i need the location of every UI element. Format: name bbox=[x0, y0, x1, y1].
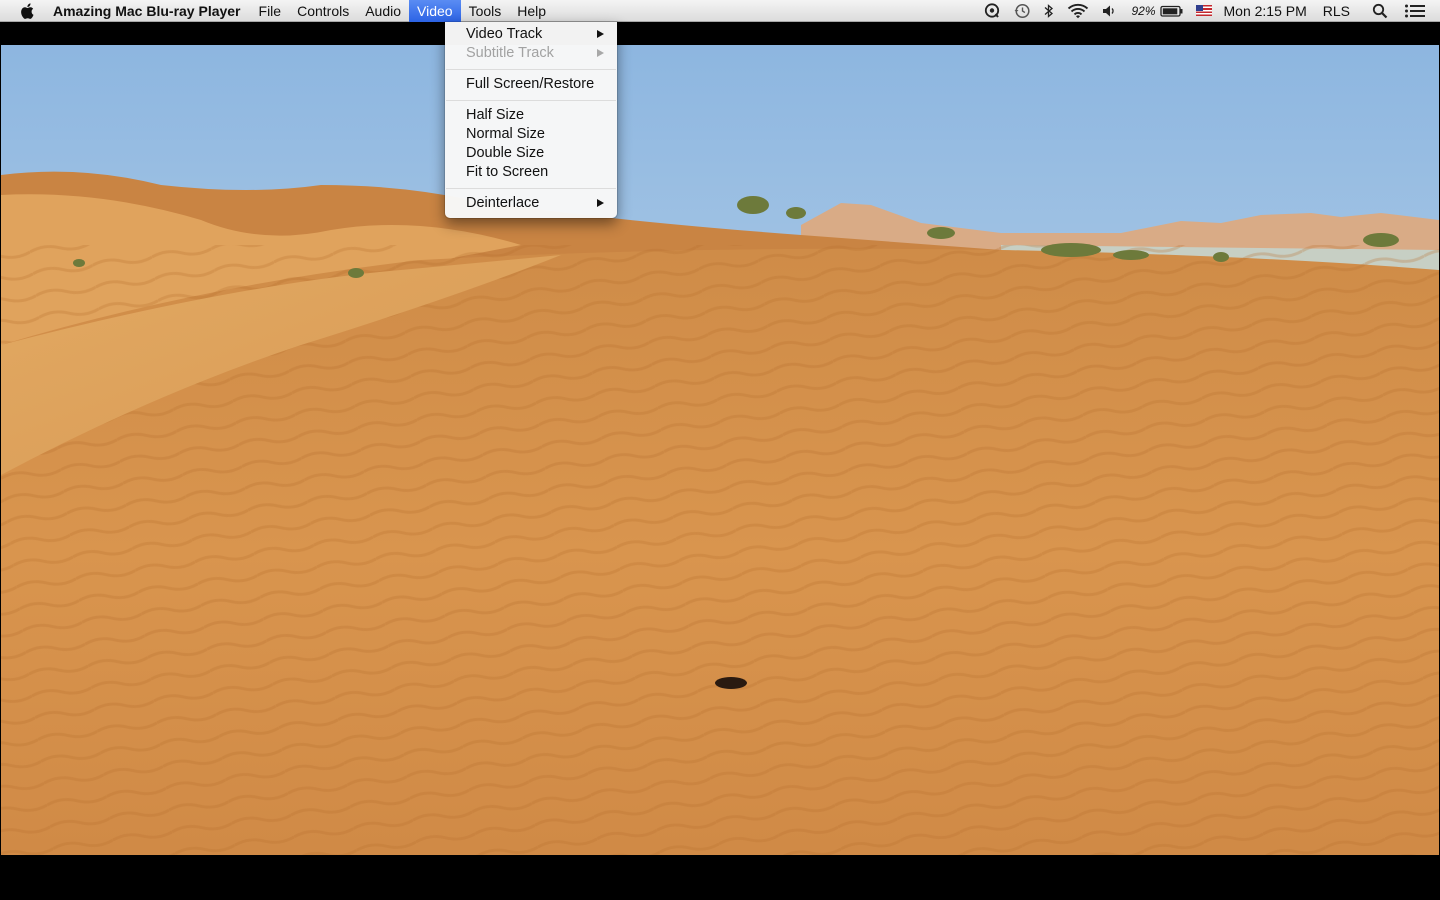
time-machine-icon[interactable] bbox=[1013, 0, 1031, 22]
wifi-icon[interactable] bbox=[1067, 0, 1089, 22]
menu-item-label: Double Size bbox=[466, 145, 545, 161]
bluetooth-icon[interactable] bbox=[1043, 0, 1055, 22]
menu-item-video-track[interactable]: Video Track bbox=[445, 25, 617, 44]
quicktime-icon[interactable] bbox=[983, 0, 1001, 22]
submenu-arrow-icon bbox=[597, 30, 604, 38]
menu-item-label: Video Track bbox=[466, 26, 543, 42]
user-name[interactable]: RLS bbox=[1323, 0, 1350, 22]
video-frame[interactable] bbox=[1, 45, 1439, 855]
apple-logo-icon[interactable] bbox=[19, 2, 37, 20]
beetle bbox=[715, 677, 747, 689]
menu-bar: Amazing Mac Blu-ray Player File Controls… bbox=[0, 0, 1440, 22]
menu-separator bbox=[446, 188, 616, 189]
menu-item-double-size[interactable]: Double Size bbox=[445, 144, 617, 163]
menu-item-label: Deinterlace bbox=[466, 195, 540, 211]
battery-icon[interactable] bbox=[1159, 0, 1184, 22]
menu-separator bbox=[446, 100, 616, 101]
app-name-menu[interactable]: Amazing Mac Blu-ray Player bbox=[53, 0, 249, 22]
menu-item-fit-to-screen[interactable]: Fit to Screen bbox=[445, 163, 617, 182]
menu-item-subtitle-track: Subtitle Track bbox=[445, 44, 617, 63]
us-flag-icon[interactable] bbox=[1195, 5, 1212, 16]
menu-item-half-size[interactable]: Half Size bbox=[445, 106, 617, 125]
submenu-arrow-icon bbox=[597, 199, 604, 207]
menu-item-label: Half Size bbox=[466, 107, 525, 123]
clock[interactable]: Mon 2:15 PM bbox=[1224, 0, 1307, 22]
menu-audio[interactable]: Audio bbox=[357, 0, 409, 22]
spotlight-icon[interactable] bbox=[1372, 0, 1388, 22]
video-menu-dropdown: Video Track Subtitle Track Full Screen/R… bbox=[445, 22, 617, 218]
status-area: 92% Mon 2:15 PM RLS bbox=[971, 0, 1440, 22]
menu-item-label: Fit to Screen bbox=[466, 164, 549, 180]
menu-separator bbox=[446, 69, 616, 70]
menu-file[interactable]: File bbox=[251, 0, 290, 22]
submenu-arrow-icon bbox=[597, 49, 604, 57]
menu-video[interactable]: Video bbox=[409, 0, 461, 22]
battery-percentage: 92% bbox=[1131, 3, 1156, 18]
menu-item-deinterlace[interactable]: Deinterlace bbox=[445, 194, 617, 213]
volume-icon[interactable] bbox=[1101, 0, 1117, 22]
menu-help[interactable]: Help bbox=[509, 0, 554, 22]
desert-video-image bbox=[1, 45, 1439, 855]
menu-item-label: Full Screen/Restore bbox=[466, 76, 595, 92]
menu-item-full-screen-restore[interactable]: Full Screen/Restore bbox=[445, 75, 617, 94]
menu-controls[interactable]: Controls bbox=[289, 0, 357, 22]
notification-center-icon[interactable] bbox=[1404, 0, 1426, 22]
menu-item-normal-size[interactable]: Normal Size bbox=[445, 125, 617, 144]
menu-tools[interactable]: Tools bbox=[461, 0, 510, 22]
menu-item-label: Subtitle Track bbox=[466, 45, 554, 61]
menu-item-label: Normal Size bbox=[466, 126, 545, 142]
